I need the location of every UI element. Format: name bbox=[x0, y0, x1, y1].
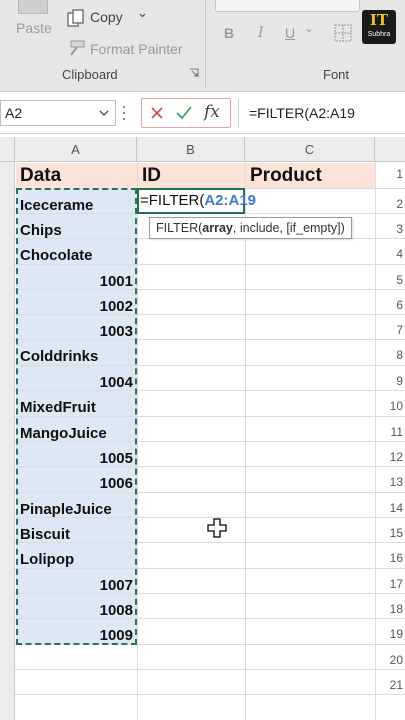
ribbon: Paste Copy ⌄ Format Painter Clipboard B … bbox=[0, 0, 405, 92]
function-tooltip[interactable]: FILTER(array, include, [if_empty]) bbox=[149, 217, 352, 239]
formula-bar-buttons: fx bbox=[141, 98, 231, 128]
row-header-3[interactable]: 3 bbox=[396, 222, 403, 236]
row-header-10[interactable]: 10 bbox=[390, 399, 403, 413]
formula-bar: A2 fx =FILTER(A2:A19 bbox=[0, 92, 405, 134]
row-header-11[interactable]: 11 bbox=[391, 425, 403, 439]
row-header-6[interactable]: 6 bbox=[396, 298, 403, 312]
cancel-icon[interactable] bbox=[150, 106, 164, 120]
tooltip-arg-array: array bbox=[202, 221, 233, 235]
row-header-21[interactable]: 21 bbox=[390, 678, 403, 692]
format-painter-button[interactable]: Format Painter bbox=[90, 41, 183, 57]
row-header-17[interactable]: 17 bbox=[390, 577, 403, 591]
copy-icon[interactable] bbox=[66, 8, 86, 28]
group-separator bbox=[205, 0, 206, 88]
font-group-label: Font bbox=[323, 67, 350, 82]
formula-range-ref: A2:A19 bbox=[204, 192, 257, 209]
dialog-launcher-icon[interactable] bbox=[189, 68, 199, 78]
tooltip-fn: FILTER( bbox=[156, 221, 203, 235]
row-header-19[interactable]: 19 bbox=[390, 627, 403, 641]
row-header-13[interactable]: 13 bbox=[390, 475, 403, 489]
column-header-c[interactable]: C bbox=[245, 137, 375, 162]
copy-chevron-icon[interactable]: ⌄ bbox=[137, 5, 148, 21]
logo-main-text: IT bbox=[369, 11, 389, 29]
underline-chevron-icon[interactable]: ⌄ bbox=[304, 21, 314, 35]
formula-prefix: =FILTER( bbox=[140, 192, 205, 209]
row-header-1[interactable]: 1 bbox=[396, 167, 403, 181]
row-header-4[interactable]: 4 bbox=[396, 247, 403, 261]
format-painter-icon[interactable] bbox=[66, 40, 86, 58]
logo-sub-text: Subhra bbox=[367, 31, 391, 38]
font-name-box[interactable] bbox=[215, 0, 360, 12]
row-header-15[interactable]: 15 bbox=[390, 526, 403, 540]
cell-a1[interactable]: Data bbox=[16, 163, 137, 188]
bold-button[interactable]: B bbox=[224, 25, 234, 41]
column-header-b[interactable]: B bbox=[137, 137, 245, 162]
underline-button[interactable]: U bbox=[285, 25, 295, 41]
channel-logo: IT Subhra bbox=[362, 10, 396, 44]
row-header-16[interactable]: 16 bbox=[390, 551, 403, 565]
worksheet-grid: A B C Data ID Product Icecerame Chips Ch… bbox=[0, 137, 405, 720]
name-box-value: A2 bbox=[5, 105, 23, 121]
clipboard-group-label: Clipboard bbox=[62, 67, 118, 82]
cell-b1[interactable]: ID bbox=[138, 163, 245, 188]
row-header-8[interactable]: 8 bbox=[396, 348, 403, 362]
row-header-14[interactable]: 14 bbox=[390, 501, 403, 515]
row-header-2[interactable]: 2 bbox=[396, 197, 403, 211]
row-header-9[interactable]: 9 bbox=[396, 374, 403, 388]
row-header-5[interactable]: 5 bbox=[396, 273, 403, 287]
row-header-column bbox=[0, 162, 15, 720]
paste-icon[interactable] bbox=[18, 0, 48, 14]
insert-function-icon[interactable]: fx bbox=[204, 102, 220, 122]
reference-range-marquee bbox=[16, 188, 137, 645]
column-header-a[interactable]: A bbox=[15, 137, 137, 162]
row-header-12[interactable]: 12 bbox=[390, 450, 403, 464]
tooltip-rest: , include, [if_empty]) bbox=[232, 221, 345, 235]
borders-icon[interactable] bbox=[334, 24, 352, 42]
select-all-corner[interactable] bbox=[0, 137, 15, 162]
copy-button[interactable]: Copy bbox=[90, 9, 123, 25]
gridline bbox=[15, 669, 405, 670]
paste-button[interactable]: Paste bbox=[16, 20, 52, 36]
italic-button[interactable]: I bbox=[258, 25, 264, 41]
formula-bar-grip-icon[interactable] bbox=[122, 104, 126, 122]
row-header-7[interactable]: 7 bbox=[396, 323, 403, 337]
enter-check-icon[interactable] bbox=[176, 106, 192, 120]
row-header-18[interactable]: 18 bbox=[390, 602, 403, 616]
cell-c1[interactable]: Product bbox=[246, 163, 375, 188]
column-header-row: A B C bbox=[0, 137, 405, 162]
formula-input[interactable]: =FILTER(A2:A19 bbox=[238, 98, 405, 128]
row-header-20[interactable]: 20 bbox=[390, 653, 403, 667]
chevron-down-icon[interactable] bbox=[99, 109, 109, 117]
gridline bbox=[15, 694, 405, 695]
name-box[interactable]: A2 bbox=[0, 100, 116, 126]
in-cell-formula[interactable]: =FILTER(A2:A19 bbox=[140, 189, 256, 213]
cell-cursor-icon bbox=[207, 518, 227, 538]
